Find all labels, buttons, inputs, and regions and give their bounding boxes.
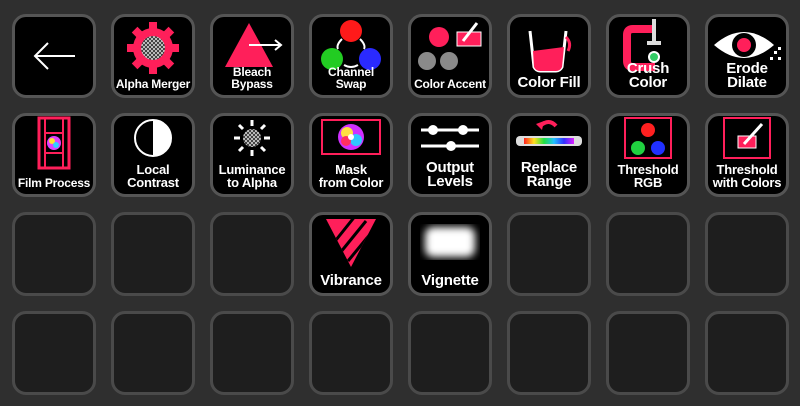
empty-key[interactable]	[507, 311, 591, 395]
empty-key[interactable]	[12, 212, 96, 296]
key-label: Color Accent	[414, 77, 486, 91]
empty-key[interactable]	[210, 311, 294, 395]
empty-key[interactable]	[12, 311, 96, 395]
key-label: Threshold with Colors	[712, 162, 782, 190]
bleach-bypass-button[interactable]: Bleach Bypass	[210, 14, 294, 98]
local-contrast-button[interactable]: Local Contrast	[111, 113, 195, 197]
channel-swap-button[interactable]: Channel Swap	[309, 14, 393, 98]
output-levels-button[interactable]: Output Levels	[408, 113, 492, 197]
key-label: Channel Swap	[328, 65, 374, 91]
key-label: Color Fill	[517, 74, 581, 91]
empty-key[interactable]	[507, 212, 591, 296]
color-accent-button[interactable]: Color Accent	[408, 14, 492, 98]
empty-key[interactable]	[606, 311, 690, 395]
luminance-to-alpha-button[interactable]: Luminance to Alpha	[210, 113, 294, 197]
crush-color-button[interactable]: Crush Color	[606, 14, 690, 98]
key-label: Film Process	[17, 176, 91, 190]
key-label: Replace Range	[520, 159, 578, 190]
key-label: Alpha Merger	[115, 77, 191, 91]
film-process-button[interactable]: Film Process	[12, 113, 96, 197]
empty-key[interactable]	[309, 311, 393, 395]
erode-dilate-button[interactable]: Erode Dilate	[705, 14, 789, 98]
key-label: Vignette	[421, 272, 479, 289]
empty-key[interactable]	[705, 212, 789, 296]
key-label: Vibrance	[320, 272, 382, 289]
key-label: Erode Dilate	[726, 60, 768, 91]
key-label: Threshold RGB	[617, 162, 679, 190]
back-button[interactable]	[12, 14, 96, 98]
key-label: Bleach Bypass	[231, 65, 273, 91]
key-label: Mask from Color	[318, 162, 384, 190]
alpha-merger-button[interactable]: Alpha Merger	[111, 14, 195, 98]
empty-key[interactable]	[111, 311, 195, 395]
replace-range-button[interactable]: Replace Range	[507, 113, 591, 197]
key-label: Output Levels	[426, 159, 474, 190]
stream-deck-grid: Alpha Merger Bleach Bypass Channel Swap	[0, 0, 800, 406]
empty-key[interactable]	[705, 311, 789, 395]
key-label: Crush Color	[626, 60, 670, 91]
threshold-rgb-button[interactable]: Threshold RGB	[606, 113, 690, 197]
vignette-button[interactable]: Vignette	[408, 212, 492, 296]
mask-from-color-button[interactable]: Mask from Color	[309, 113, 393, 197]
color-fill-button[interactable]: Color Fill	[507, 14, 591, 98]
vibrance-button[interactable]: Vibrance	[309, 212, 393, 296]
back-arrow-icon	[33, 42, 75, 70]
empty-key[interactable]	[408, 311, 492, 395]
key-label: Luminance to Alpha	[218, 162, 286, 190]
key-label: Local Contrast	[127, 162, 179, 190]
empty-key[interactable]	[606, 212, 690, 296]
empty-key[interactable]	[111, 212, 195, 296]
empty-key[interactable]	[210, 212, 294, 296]
threshold-with-colors-button[interactable]: Threshold with Colors	[705, 113, 789, 197]
